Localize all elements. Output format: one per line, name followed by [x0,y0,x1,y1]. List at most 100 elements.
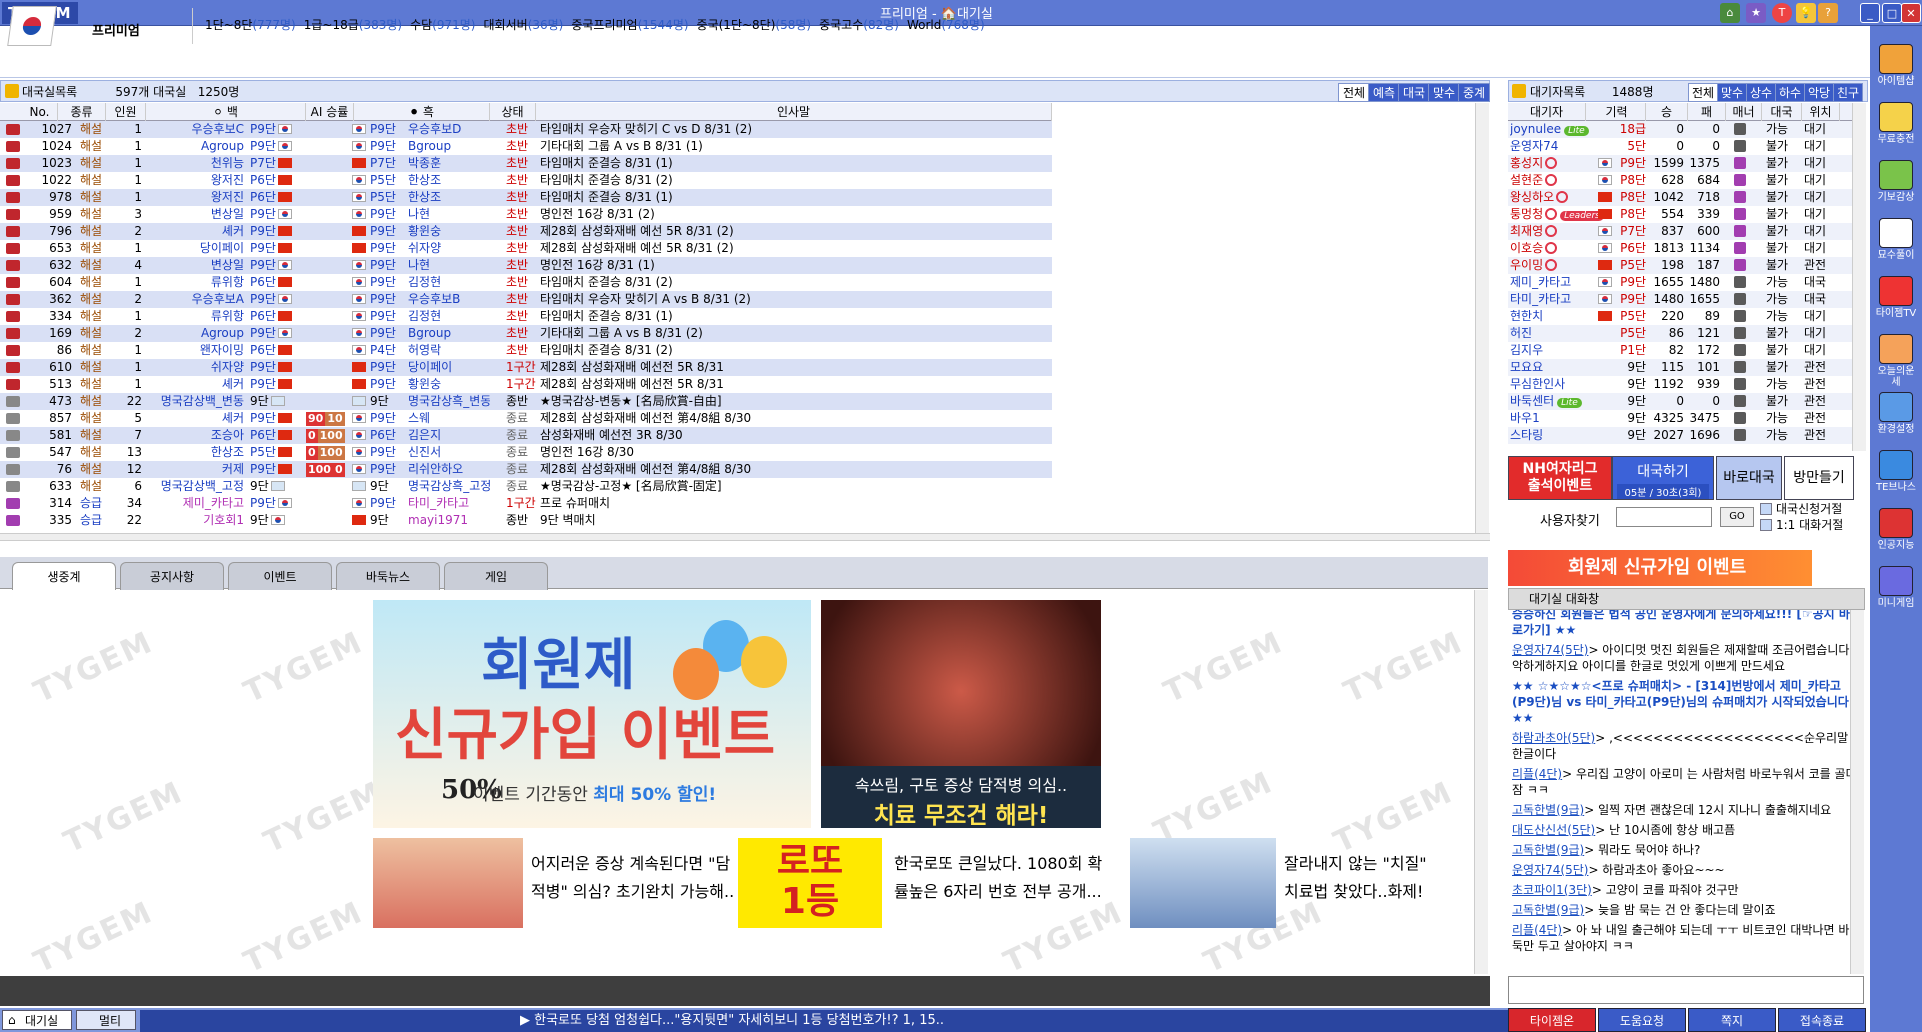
room-row[interactable]: 604 해설 1 류위항 P6단 P9단 김정현 초반 타임매치 준결승 8/31 (2) [0,274,1052,291]
black-player-name[interactable]: 김정현 [408,274,490,291]
room-row[interactable]: 335 승급 22 기호회1 9단 9단 mayi1971 종반 9단 벽매치 [0,512,1052,529]
signup-event-mini-banner[interactable]: 회원제 신규가입 이벤트 [1508,550,1812,586]
chat-user-name[interactable]: 고독한별(9급) [1512,903,1584,917]
tab-room-filter[interactable]: 예측 [1368,83,1401,102]
room-row[interactable]: 978 해설 1 왕저진 P6단 P5단 한상조 초반 타임매치 준결승 8/31 (1) [0,189,1052,206]
column-header[interactable]: ⚫ 흑 [354,103,490,121]
waiting-user-row[interactable]: 허진 P5단 86 121 불가 대기 [1508,325,1853,342]
waiting-user-row[interactable]: 퉁멍청 Leaders P8단 554 339 불가 대기 [1508,206,1853,223]
waiting-user-row[interactable]: 제미_카타고 P9단 1655 1480 가능 대국 [1508,274,1853,291]
start-game-button[interactable]: 대국하기 05분 / 30초(3회) [1612,456,1714,500]
black-player-name[interactable]: mayi1971 [408,512,490,529]
server-stat[interactable]: 중국프리미엄(1544명) [571,18,688,32]
waiting-user-row[interactable]: 우이밍 P5단 198 187 불가 관전 [1508,257,1853,274]
bottom-button[interactable]: 쪽지 [1688,1008,1776,1032]
waiting-user-row[interactable]: joynulee Lite 18급 0 0 가능 대기 [1508,121,1853,138]
chat-user-name[interactable]: 대도산신선(5단) [1512,823,1595,837]
room-row[interactable]: 653 해설 1 당이페이 P9단 P9단 쉬자양 초반 제28회 삼성화재배 예선 5R 8/… [0,240,1052,257]
room-row[interactable]: 632 해설 4 변상일 P9단 P9단 나현 초반 명인전 16강 8/31 (1) [0,257,1052,274]
tab-room-filter[interactable]: 중계 [1458,83,1491,102]
tab-waiting-filter[interactable]: 상수 [1746,83,1777,102]
waiting-user-name[interactable]: 운영자74 [1510,138,1628,155]
tab-waiting-filter[interactable]: 친구 [1833,83,1864,102]
black-player-name[interactable]: 나현 [408,257,490,274]
chat-user-name[interactable]: 리플(4단) [1512,923,1562,937]
room-row[interactable]: 169 해설 2 Agroup P9단 P9단 Bgroup 초반 기타대회 그룹 A vs B… [0,325,1052,342]
waiting-user-row[interactable]: 현한치 P5단 220 89 가능 대기 [1508,308,1853,325]
tab-multi[interactable]: 멀티 [76,1010,136,1030]
room-row[interactable]: 1024 해설 1 Agroup P9단 P9단 Bgroup 초반 기타대회 그룹 A vs … [0,138,1052,155]
nh-event-button[interactable]: NH여자리그 출석이벤트 [1508,456,1612,500]
tab-news[interactable]: 게임 [444,562,548,590]
white-player-name[interactable]: 제미_카타고 [146,495,244,512]
news-scrollbar[interactable] [1474,590,1488,974]
black-player-name[interactable]: 박종훈 [408,155,490,172]
chat-user-name[interactable]: 운영자74(5단) [1512,643,1588,657]
server-stat[interactable]: 대회서버(36명) [483,18,563,32]
white-player-name[interactable]: 당이페이 [146,240,244,257]
chat-user-name[interactable]: 하람과초아(5단) [1512,731,1595,745]
black-player-name[interactable]: 나현 [408,206,490,223]
waiting-user-row[interactable]: 김지우 P1단 82 172 불가 대기 [1508,342,1853,359]
white-player-name[interactable]: 왕저진 [146,189,244,206]
white-player-name[interactable]: 변상일 [146,206,244,223]
panel-splitter[interactable] [0,533,1490,541]
black-player-name[interactable]: 스웨 [408,410,490,427]
sidebar-item[interactable]: TE브나스 [1874,450,1918,493]
rank-icon[interactable]: ★ [1746,3,1766,23]
room-row[interactable]: 86 해설 1 왠자이밍 P6단 P4단 허영락 초반 타임매치 준결승 8/31 (2) [0,342,1052,359]
black-player-name[interactable]: 당이페이 [408,359,490,376]
tab-waiting-filter[interactable]: 전체 [1688,83,1719,102]
black-player-name[interactable]: 김은지 [408,427,490,444]
column-header[interactable]: 승 [1646,103,1688,121]
sidebar-item[interactable]: 오늘의운세 [1874,334,1918,388]
room-row[interactable]: 1027 해설 1 우승후보C P9단 P9단 우승후보D 초반 타임매치 우승자 맞히기 C … [0,121,1052,138]
chat-scrollbar[interactable] [1850,610,1864,974]
room-row[interactable]: 581 해설 7 조승아 P6단 0 100 P6단 김은지 종료 삼성화재배 예선전 3R 8/3… [0,427,1052,444]
chat-user-name[interactable]: 초코파이1(3단) [1512,883,1592,897]
signup-event-banner[interactable]: 회원제 신규가입 이벤트 50% 이벤트 기간동안 최대 50% 할인! [373,600,811,828]
sidebar-item[interactable]: 인공지능 [1874,508,1918,551]
server-stat[interactable]: 수담(971명) [410,18,475,32]
white-player-name[interactable]: 셰커 [146,410,244,427]
waiting-list-scrollbar[interactable] [1852,103,1866,451]
black-player-name[interactable]: Bgroup [408,325,490,342]
column-header[interactable]: 대국 [1762,103,1802,121]
black-player-name[interactable]: 한상조 [408,172,490,189]
tab-room-filter[interactable]: 대국 [1398,83,1431,102]
room-list-scrollbar[interactable] [1475,103,1489,533]
white-player-name[interactable]: 왕저진 [146,172,244,189]
column-header[interactable]: 인원 [106,103,146,121]
white-player-name[interactable]: 커제 [146,461,244,478]
tab-news[interactable]: 공지사항 [120,562,224,590]
quiz-icon[interactable]: ? [1818,3,1838,23]
white-player-name[interactable]: 왠자이밍 [146,342,244,359]
column-header[interactable]: ⚪ 백 [146,103,306,121]
black-player-name[interactable]: 우승후보D [408,121,490,138]
refuse-chat-checkbox[interactable]: 1:1 대화거절 [1760,516,1843,533]
black-player-name[interactable]: 황윈숭 [408,223,490,240]
black-player-name[interactable]: 김정현 [408,308,490,325]
white-player-name[interactable]: 한상조 [146,444,244,461]
black-player-name[interactable]: 명국감상흑_고정 [408,478,490,495]
white-player-name[interactable]: Agroup [146,325,244,342]
column-header[interactable]: 위치 [1802,103,1840,121]
server-stat[interactable]: 1단~8단(777명) [205,18,296,32]
black-player-name[interactable]: 리쉬안하오 [408,461,490,478]
black-player-name[interactable]: 타미_카타고 [408,495,490,512]
ad-hemorrhoid[interactable]: 잘라내지 않는 "치질" 치료법 찾았다..화제! [1130,838,1428,928]
close-icon[interactable]: ✕ [1901,3,1921,23]
waiting-user-row[interactable]: 왕싱하오 P8단 1042 718 불가 대기 [1508,189,1853,206]
room-row[interactable]: 513 해설 1 셰커 P9단 P9단 황윈숭 1구간 제28회 삼성화재배 예선전 5R 8/… [0,376,1052,393]
white-player-name[interactable]: 명국감상백_변동 [146,393,244,410]
waiting-user-row[interactable]: 무심한인사 9단 1192 939 가능 관전 [1508,376,1853,393]
white-player-name[interactable]: 천위능 [146,155,244,172]
column-header[interactable]: 패 [1688,103,1726,121]
black-player-name[interactable]: 쉬자양 [408,240,490,257]
tab-room-filter[interactable]: 전체 [1338,83,1371,102]
chat-user-name[interactable]: 운영자74(5단) [1512,863,1588,877]
waiting-user-row[interactable]: 이호승 P6단 1813 1134 불가 대기 [1508,240,1853,257]
bottom-button[interactable]: 타이젬온 [1508,1008,1596,1032]
room-row[interactable]: 76 해설 12 커제 P9단 100 0 P9단 리쉬안하오 종료 제28회 삼성화재배 예선전 … [0,461,1052,478]
create-room-button[interactable]: 방만들기 [1784,456,1854,500]
